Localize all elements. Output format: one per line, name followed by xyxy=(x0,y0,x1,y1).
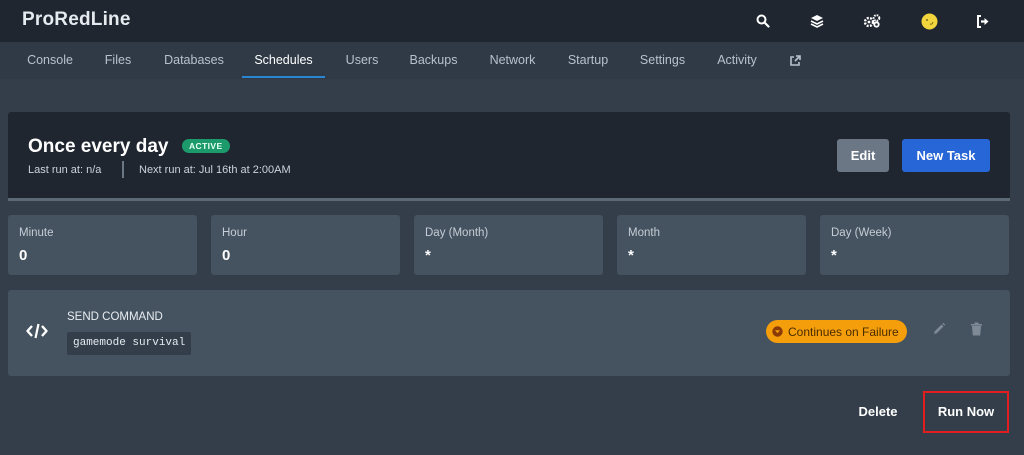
avatar[interactable] xyxy=(919,11,939,31)
active-tab-indicator xyxy=(242,76,325,78)
last-run-text: Last run at: n/a xyxy=(28,164,102,176)
cron-label: Month xyxy=(628,227,660,239)
failure-badge-label: Continues on Failure xyxy=(788,324,899,339)
cogs-icon[interactable] xyxy=(862,11,882,31)
cron-label: Hour xyxy=(222,227,247,239)
sub-navigation: Console Files Databases Schedules Users … xyxy=(0,42,1024,79)
cron-month: Month * xyxy=(617,215,806,275)
status-badge: ACTIVE xyxy=(182,139,230,153)
divider xyxy=(122,161,124,178)
top-bar: ProRedLine xyxy=(0,0,1024,42)
tab-activity[interactable]: Activity xyxy=(707,42,767,79)
cron-label: Day (Week) xyxy=(831,227,892,239)
cron-value: 0 xyxy=(222,247,231,264)
arrow-circle-down-icon xyxy=(772,326,783,337)
pencil-icon[interactable] xyxy=(932,322,950,340)
external-link-icon[interactable] xyxy=(784,42,806,79)
new-task-button[interactable]: New Task xyxy=(902,139,990,172)
edit-button[interactable]: Edit xyxy=(837,139,889,172)
cron-day-of-month: Day (Month) * xyxy=(414,215,603,275)
schedule-header: Once every day ACTIVE Last run at: n/a N… xyxy=(8,112,1010,200)
cron-hour: Hour 0 xyxy=(211,215,400,275)
schedule-name: Once every day xyxy=(28,136,169,157)
tab-backups[interactable]: Backups xyxy=(400,42,467,79)
run-now-button[interactable]: Run Now xyxy=(923,391,1009,433)
cron-minute: Minute 0 xyxy=(8,215,197,275)
trash-icon[interactable] xyxy=(970,322,988,340)
cron-day-of-week: Day (Week) * xyxy=(820,215,1009,275)
continue-on-failure-badge: Continues on Failure xyxy=(766,320,907,343)
tab-files[interactable]: Files xyxy=(96,42,140,79)
tab-users[interactable]: Users xyxy=(337,42,387,79)
next-run-text: Next run at: Jul 16th at 2:00AM xyxy=(139,164,291,176)
layers-icon[interactable] xyxy=(807,11,827,31)
tab-databases[interactable]: Databases xyxy=(155,42,233,79)
app-title[interactable]: ProRedLine xyxy=(22,9,131,31)
cron-label: Minute xyxy=(19,227,54,239)
code-icon xyxy=(26,322,48,340)
divider xyxy=(8,198,1010,201)
task-type-label: SEND COMMAND xyxy=(67,311,163,323)
cron-label: Day (Month) xyxy=(425,227,489,239)
sign-out-icon[interactable] xyxy=(973,11,993,31)
tab-network[interactable]: Network xyxy=(480,42,545,79)
cron-value: 0 xyxy=(19,247,28,264)
task-item: SEND COMMAND gamemode survival Continues… xyxy=(8,290,1010,376)
delete-button[interactable]: Delete xyxy=(850,398,906,426)
cron-value: * xyxy=(628,247,634,264)
tab-console[interactable]: Console xyxy=(18,42,82,79)
tab-startup[interactable]: Startup xyxy=(558,42,618,79)
search-icon[interactable] xyxy=(753,11,773,31)
cron-value: * xyxy=(425,247,431,264)
cron-value: * xyxy=(831,247,837,264)
tab-settings[interactable]: Settings xyxy=(630,42,695,79)
tab-schedules[interactable]: Schedules xyxy=(242,42,325,79)
task-command: gamemode survival xyxy=(67,332,192,355)
